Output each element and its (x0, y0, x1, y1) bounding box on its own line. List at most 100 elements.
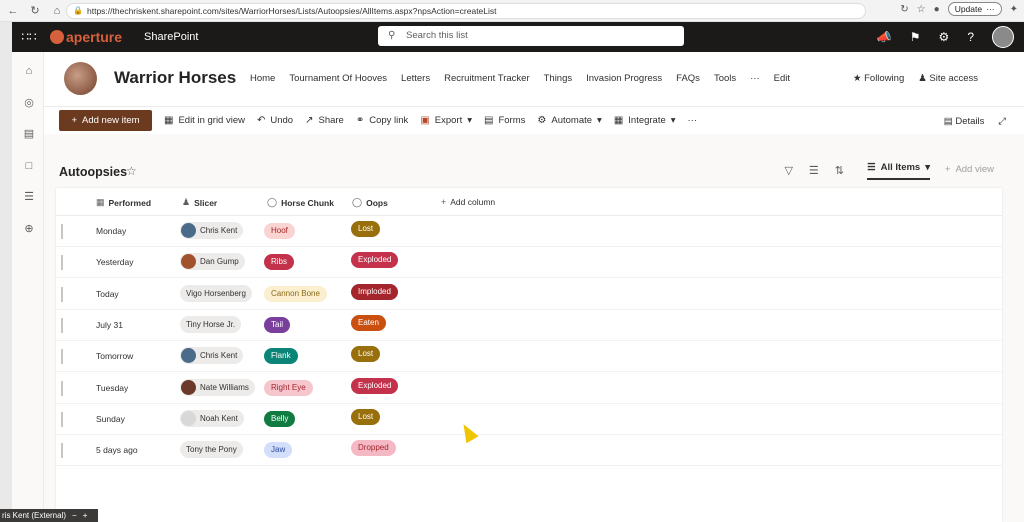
undo-button[interactable]: ↶ Undo (257, 115, 293, 126)
app-launcher-icon[interactable]: ∷∷ (12, 30, 46, 44)
undo-label: Undo (270, 115, 294, 126)
table-row[interactable]: Monday Chris Kent Hoof Lost (56, 216, 1002, 247)
person-chip[interactable]: Nate Williams (180, 378, 255, 396)
nav-item-things[interactable]: Things (544, 73, 573, 84)
settings-gear-icon[interactable]: ⚙ (939, 30, 950, 44)
table-row[interactable]: July 31 Tiny Horse Jr. Tail Eaten (56, 310, 1002, 341)
following-button[interactable]: ★ Following (853, 73, 904, 84)
row-selection-bar[interactable] (61, 380, 63, 396)
copilot-icon[interactable]: ✦ (1010, 4, 1018, 15)
brand-logo[interactable]: aperture (50, 29, 122, 45)
sort-icon[interactable]: ⇅ (835, 164, 844, 177)
person-chip[interactable]: Dan Gump (180, 253, 245, 271)
news-icon[interactable]: ▤ (22, 127, 36, 141)
row-selection-bar[interactable] (61, 224, 63, 239)
edit-grid-button[interactable]: ▦ Edit in grid view (164, 115, 245, 126)
row-selection-bar[interactable] (61, 443, 63, 459)
table-row[interactable]: Tomorrow Chris Kent Flank Lost (56, 341, 1002, 373)
list-title[interactable]: Autoopsies (59, 165, 127, 179)
nav-edit-link[interactable]: Edit (774, 73, 790, 84)
share-button[interactable]: ↗ Share (305, 115, 344, 126)
row-selection-bar[interactable] (61, 349, 63, 365)
person-chip[interactable]: Chris Kent (180, 222, 244, 239)
row-selection-bar[interactable] (61, 255, 63, 271)
nav-item-invasion[interactable]: Invasion Progress (586, 73, 662, 84)
lists-icon[interactable]: ☰ (22, 190, 36, 204)
copy-link-button[interactable]: ⚭ Copy link (356, 115, 408, 126)
column-header-oops[interactable]: ◯ Oops (352, 197, 388, 208)
feedback-icon[interactable]: ⚑ (910, 30, 921, 44)
refresh-ext-icon[interactable]: ↻ (900, 4, 908, 15)
view-bar: Autoopsies ☆ ▽ ☰ ⇅ ☰ All Items ▾ + Add view (44, 134, 1024, 188)
person-chip[interactable]: Noah Kent (180, 409, 244, 427)
more-commands-button[interactable]: ··· (688, 115, 698, 126)
person-chip[interactable]: Tiny Horse Jr. (180, 315, 242, 333)
chevron-down-icon: ▾ (670, 115, 676, 126)
brand-name: aperture (66, 29, 123, 45)
refresh-icon[interactable]: ↻ (26, 2, 44, 20)
person-chip[interactable]: Tony the Pony (180, 441, 243, 459)
column-header-slicer[interactable]: ♟ Slicer (182, 197, 217, 208)
details-button[interactable]: ▤ Details (944, 116, 985, 127)
site-title[interactable]: Warrior Horses (114, 68, 236, 88)
favorite-star-icon[interactable]: ☆ (126, 164, 137, 178)
person-chip[interactable]: Vigo Horsenberg (180, 284, 252, 302)
automate-button[interactable]: ⚙ Automate ▾ (537, 115, 601, 126)
add-new-item-button[interactable]: + Add new item (59, 110, 152, 131)
nav-more-button[interactable]: ··· (750, 73, 760, 84)
column-header-horse-chunk[interactable]: ◯ Horse Chunk (267, 197, 334, 208)
plus-icon[interactable]: + (83, 509, 88, 522)
table-row[interactable]: Today Vigo Horsenberg Cannon Bone Imploded (56, 279, 1002, 310)
table-row[interactable]: Yesterday Dan Gump Ribs Exploded (56, 247, 1002, 279)
home-icon[interactable]: ⌂ (22, 64, 36, 78)
nav-item-recruitment[interactable]: Recruitment Tracker (444, 73, 530, 84)
export-button[interactable]: ▣ Export ▾ (420, 115, 472, 126)
create-icon[interactable]: ⊕ (22, 222, 36, 236)
site-access-button[interactable]: ♟ Site access (918, 73, 978, 84)
automate-icon: ⚙ (537, 115, 547, 126)
nav-item-letters[interactable]: Letters (401, 73, 430, 84)
nav-item-tournament[interactable]: Tournament Of Hooves (289, 73, 387, 84)
table-row[interactable]: Tuesday Nate Williams Right Eye Exploded (56, 373, 1002, 404)
minus-icon[interactable]: − (72, 509, 77, 522)
row-selection-bar[interactable] (61, 411, 63, 427)
megaphone-icon[interactable]: 📣 (877, 30, 892, 44)
plus-icon: + (441, 197, 447, 207)
site-access-label: Site access (929, 73, 978, 84)
avatar (181, 379, 196, 395)
expand-icon[interactable]: ⤢ (998, 116, 1006, 127)
person-chip[interactable]: Chris Kent (180, 347, 244, 365)
table-row[interactable]: 5 days ago Tony the Pony Jaw Dropped (56, 435, 1002, 467)
help-icon[interactable]: ? (967, 30, 974, 44)
update-button[interactable]: Update ··· (947, 2, 1002, 16)
globe-icon[interactable]: ◎ (22, 96, 36, 110)
forms-button[interactable]: ▤ Forms (484, 115, 525, 126)
group-by-icon[interactable]: ☰ (809, 164, 819, 177)
column-label: Slicer (194, 197, 218, 208)
browser-left-rail (0, 22, 12, 522)
table-row[interactable]: Sunday Noah Kent Belly Lost (56, 404, 1002, 435)
view-selector[interactable]: ☰ All Items ▾ (867, 162, 930, 180)
site-logo[interactable] (64, 62, 97, 95)
favorites-icon[interactable]: ☆ (917, 4, 926, 15)
integrate-button[interactable]: ▦ Integrate ▾ (614, 115, 676, 126)
search-input[interactable]: ⚲ Search this list (378, 26, 684, 46)
home-icon[interactable]: ⌂ (48, 2, 66, 20)
row-selection-bar[interactable] (61, 286, 63, 302)
back-icon[interactable]: ← (4, 2, 22, 20)
user-avatar[interactable] (992, 26, 1014, 48)
add-column-button[interactable]: + Add column (441, 197, 495, 207)
nav-item-tools[interactable]: Tools (714, 73, 736, 84)
filter-icon[interactable]: ▽ (784, 164, 792, 177)
nav-item-home[interactable]: Home (250, 73, 275, 84)
app-name[interactable]: SharePoint (144, 31, 198, 43)
profile-icon[interactable]: ● (934, 4, 940, 15)
nav-item-faqs[interactable]: FAQs (676, 73, 700, 84)
file-icon[interactable]: □ (22, 159, 36, 173)
row-selection-bar[interactable] (61, 317, 63, 333)
taskbar-tab[interactable]: ris Kent (External) − + (0, 509, 98, 522)
address-bar[interactable]: 🔒 https://thechriskent.sharepoint.com/si… (66, 3, 866, 19)
add-view-button[interactable]: + Add view (945, 164, 994, 175)
person-name: Chris Kent (200, 351, 238, 361)
column-header-performed[interactable]: ▦ Performed (96, 197, 151, 208)
